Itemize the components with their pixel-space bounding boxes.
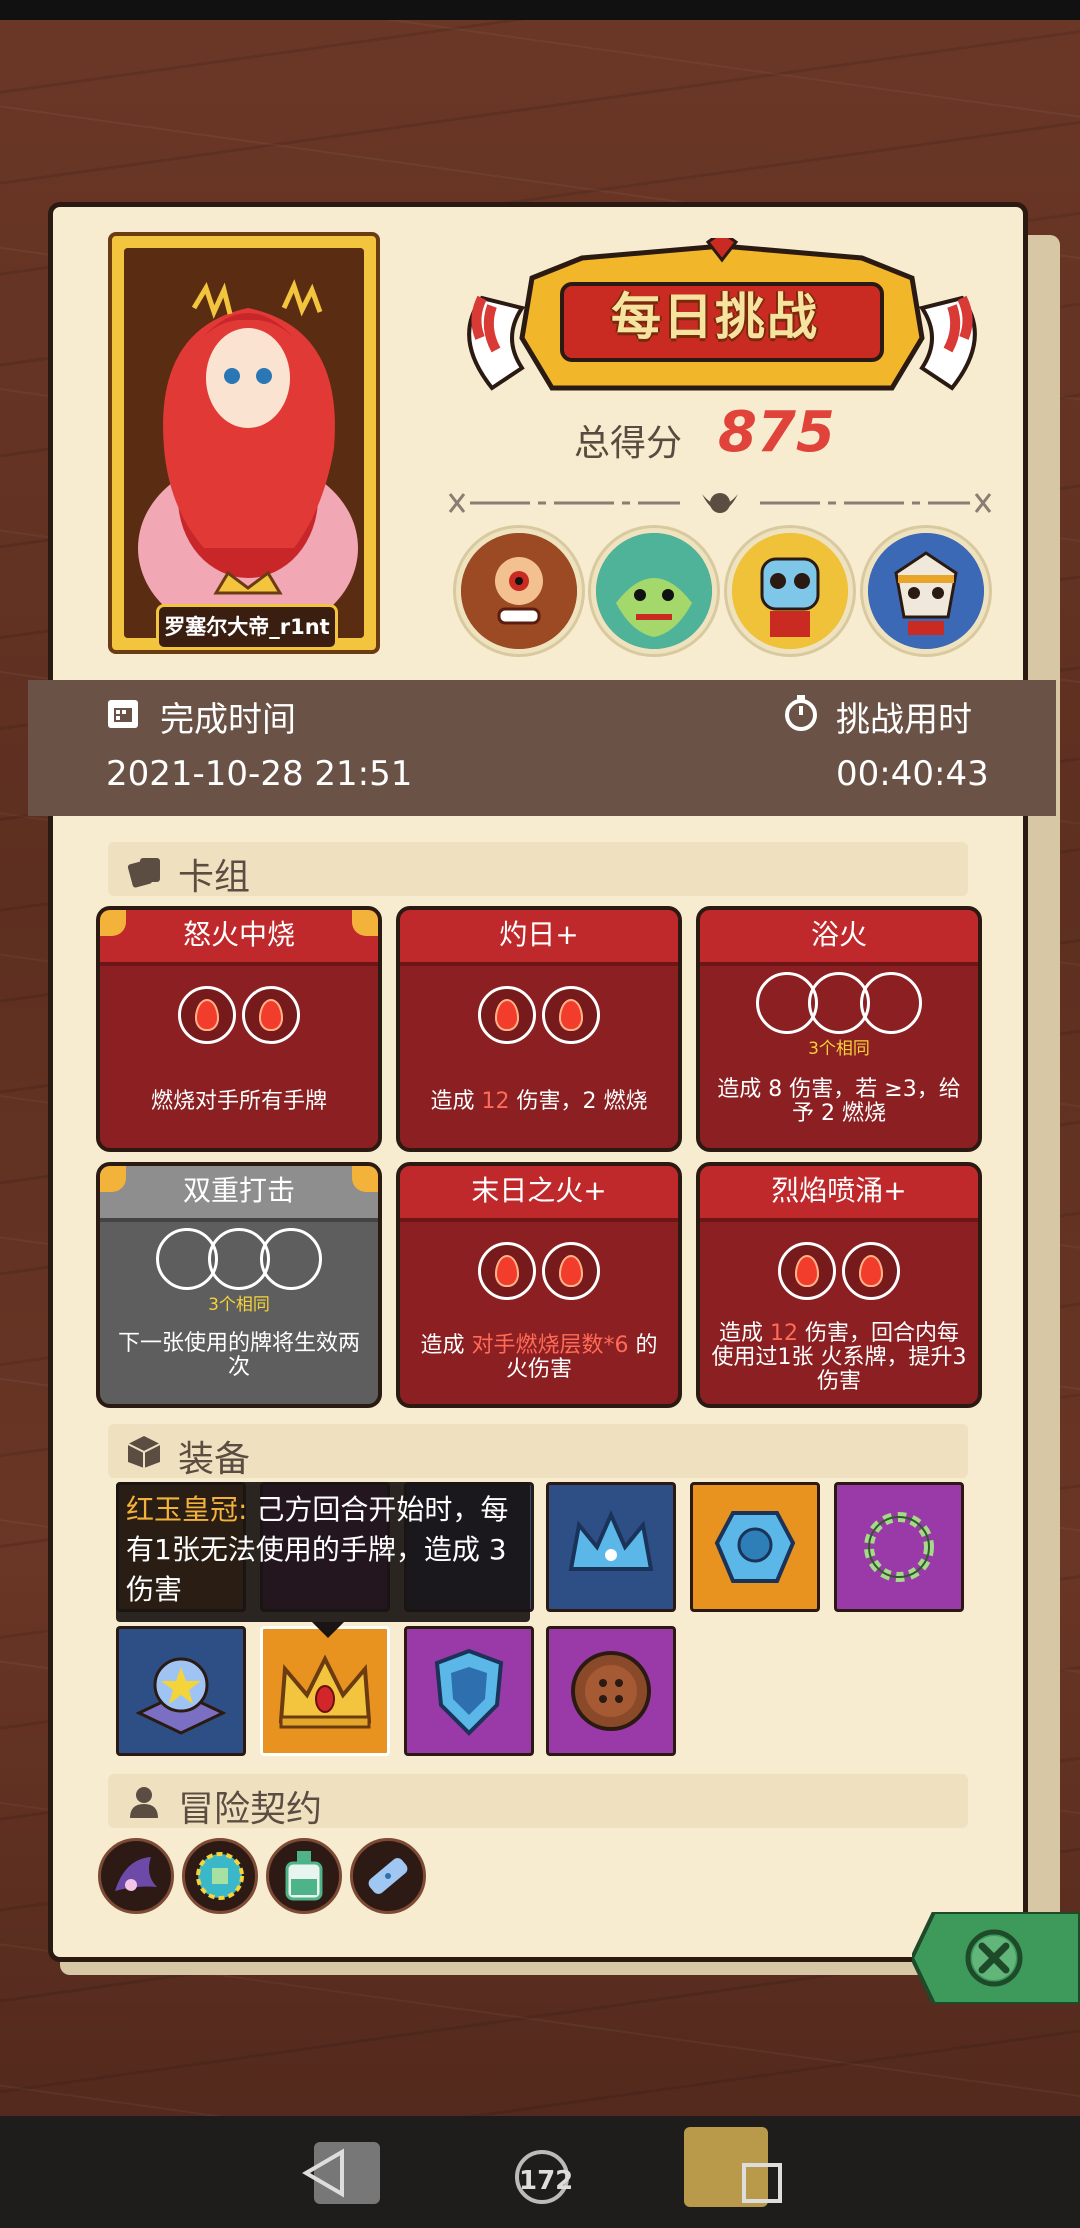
ice-crown-icon[interactable] <box>546 1482 676 1612</box>
calendar-icon <box>108 700 138 728</box>
same-label: 3个相同 <box>208 1295 270 1315</box>
fire-slot-icon <box>478 986 536 1044</box>
equipment-section-header: 装备 <box>108 1424 968 1480</box>
home-button[interactable]: 172 <box>515 2150 573 2204</box>
card-name: 灼日+ <box>499 918 579 951</box>
status-bar <box>0 0 1080 20</box>
skull-knight-boss-icon[interactable] <box>863 528 989 654</box>
thorn-wreath-icon[interactable] <box>834 1482 964 1612</box>
back-button[interactable] <box>292 2138 382 2208</box>
equipment-title: 装备 <box>178 1439 251 1480</box>
contracts-section-header: 冒险契约 <box>108 1774 968 1830</box>
blue-shield-icon[interactable] <box>404 1626 534 1756</box>
finish-time-label: 完成时间 <box>160 700 296 740</box>
card-desc: 燃烧对手所有手牌 <box>150 1089 327 1114</box>
fire-slot-icon <box>178 986 236 1044</box>
banner-title: 每日挑战 <box>611 288 819 346</box>
tooltip-item-name: 红玉皇冠: <box>126 1493 248 1526</box>
person-icon <box>130 1787 158 1818</box>
duration-label: 挑战用时 <box>836 700 972 740</box>
boss-divider <box>448 493 992 513</box>
deck-title: 卡组 <box>178 857 251 898</box>
card-name: 怒火中烧 <box>182 918 295 951</box>
close-button[interactable] <box>912 1912 1080 2004</box>
dragon-boss-icon[interactable] <box>591 528 717 654</box>
finish-time-value: 2021-10-28 21:51 <box>106 754 413 794</box>
ruby-crown-icon[interactable] <box>260 1626 390 1756</box>
card-desc: 造成 8 伤害，若 ≥3，给予 2 燃烧 <box>717 1077 961 1126</box>
hero-portrait: 罗塞尔大帝_r1nt <box>108 232 380 654</box>
deck-card[interactable]: 浴火 3个相同 造成 8 伤害，若 ≥3，给予 2 燃烧 <box>696 906 982 1152</box>
deck-card[interactable]: 双重打击 3个相同 下一张使用的牌将生效两次 <box>96 1162 382 1408</box>
deck-section-header: 卡组 <box>108 842 968 898</box>
deck-card[interactable]: 怒火中烧 燃烧对手所有手牌 <box>96 906 382 1152</box>
empty-slot-icon <box>260 1228 322 1290</box>
card-desc: 造成 对手燃烧层数*6 的火伤害 <box>420 1333 658 1382</box>
fire-slot-icon <box>778 1242 836 1300</box>
star-orb-icon[interactable] <box>116 1626 246 1756</box>
card-desc: 造成 12 伤害，2 燃烧 <box>430 1089 648 1114</box>
card-name: 浴火 <box>810 918 867 951</box>
potion-contract-icon[interactable] <box>266 1838 342 1914</box>
cards-icon <box>127 858 160 888</box>
score-value: 875 <box>718 400 835 465</box>
deck-card[interactable]: 烈焰喷涌+ 造成 12 伤害，回合内每使用过1张 火系牌，提升3伤害 <box>696 1162 982 1408</box>
recent-apps-button[interactable] <box>682 2125 792 2215</box>
card-name: 烈焰喷涌+ <box>771 1174 907 1207</box>
cyclops-boss-icon[interactable] <box>456 528 582 654</box>
fire-slot-icon <box>842 1242 900 1300</box>
card-desc: 下一张使用的牌将生效两次 <box>117 1331 360 1380</box>
wooden-button-icon[interactable] <box>546 1626 676 1756</box>
deck-card[interactable]: 灼日+ 造成 12 伤害，2 燃烧 <box>396 906 682 1152</box>
result-info-bar: 完成时间 2021-10-28 21:51 挑战用时 00:40:43 <box>28 680 1056 816</box>
card-name: 双重打击 <box>182 1174 295 1207</box>
bird-contract-icon[interactable] <box>98 1838 174 1914</box>
box-icon <box>127 1436 161 1468</box>
card-desc: 造成 12 伤害，回合内每使用过1张 火系牌，提升3伤害 <box>711 1321 967 1394</box>
fire-slot-icon <box>242 986 300 1044</box>
deck-card[interactable]: 末日之火+ 造成 对手燃烧层数*6 的火伤害 <box>396 1162 682 1408</box>
duration-value: 00:40:43 <box>836 754 989 794</box>
player-name: 罗塞尔大帝_r1nt <box>156 604 338 650</box>
fire-slot-icon <box>542 1242 600 1300</box>
masked-boss-icon[interactable] <box>727 528 853 654</box>
stopwatch-icon <box>785 695 817 731</box>
equipment-tooltip: 红玉皇冠: 己方回合开始时，每有1张无法使用的手牌，造成 3伤害 <box>116 1482 530 1638</box>
ice-shield-icon[interactable] <box>690 1482 820 1612</box>
bandage-contract-icon[interactable] <box>350 1838 426 1914</box>
fire-slot-icon <box>542 986 600 1044</box>
contracts-title: 冒险契约 <box>178 1789 323 1830</box>
fire-slot-icon <box>478 1242 536 1300</box>
same-label: 3个相同 <box>808 1039 870 1059</box>
score-label: 总得分 <box>574 423 683 464</box>
empty-slot-icon <box>860 972 922 1034</box>
hero-avatar <box>124 248 364 638</box>
gear-contract-icon[interactable] <box>182 1838 258 1914</box>
card-name: 末日之火+ <box>471 1174 607 1207</box>
